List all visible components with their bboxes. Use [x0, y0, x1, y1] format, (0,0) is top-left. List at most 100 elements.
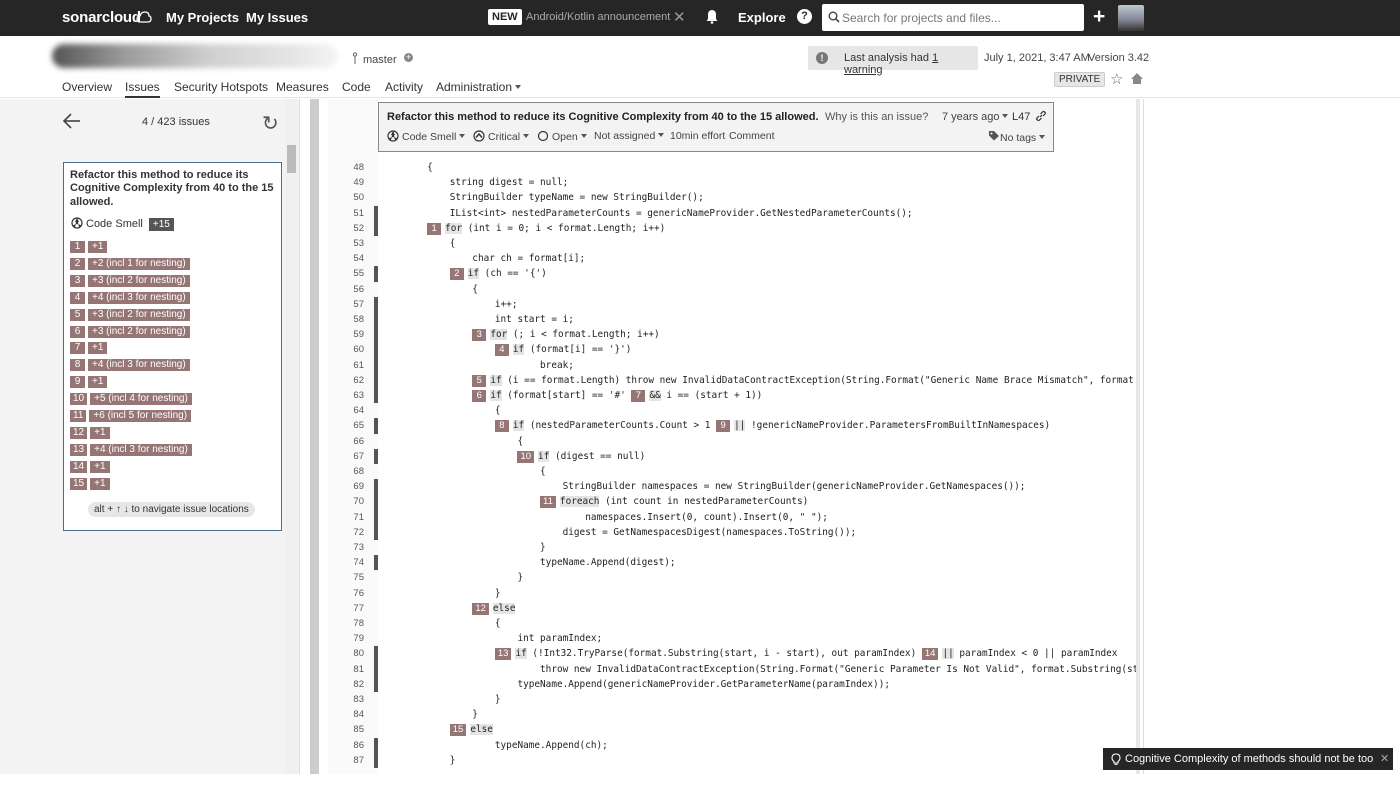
line-number[interactable]: 69 — [328, 479, 376, 494]
issue-line[interactable]: L47 — [1012, 111, 1030, 123]
create-new-icon[interactable]: + — [1093, 5, 1105, 29]
line-number[interactable]: 71 — [328, 510, 376, 525]
issue-location-marker[interactable]: 6 — [472, 390, 487, 402]
issue-location-marker[interactable]: 8 — [494, 420, 509, 433]
secondary-location-14[interactable]: 14 +1 — [70, 460, 110, 473]
home-icon[interactable] — [1130, 72, 1144, 85]
secondary-location-1[interactable]: 1 +1 — [70, 241, 108, 253]
secondary-location-10[interactable]: 10 +5 (incl 4 for nesting) — [70, 393, 192, 406]
why-is-this-an-issue-link[interactable]: Why is this an issue? — [825, 111, 928, 123]
nav-explore[interactable]: Explore — [738, 10, 786, 25]
secondary-location-3[interactable]: 3 +3 (incl 2 for nesting) — [70, 274, 190, 287]
secondary-location-4[interactable]: 4 +4 (incl 3 for nesting) — [70, 291, 190, 304]
branch-add-icon[interactable]: + — [404, 53, 413, 62]
close-announcement-icon[interactable]: ✕ — [673, 8, 686, 26]
scrollbar-thumb[interactable] — [287, 145, 296, 173]
issue-status-dropdown[interactable]: Open — [537, 130, 587, 143]
secondary-location-15[interactable]: 15 +1 — [70, 477, 110, 490]
reload-icon[interactable]: ↻ — [262, 111, 279, 136]
line-number[interactable]: 63 — [328, 388, 376, 403]
line-number[interactable]: 75 — [328, 570, 376, 585]
issue-age[interactable]: 7 years ago — [942, 111, 1009, 123]
line-number[interactable]: 74 — [328, 555, 376, 570]
line-number[interactable]: 65 — [328, 418, 376, 433]
line-number[interactable]: 58 — [328, 312, 376, 327]
search-input[interactable] — [842, 9, 1077, 26]
issue-location-marker[interactable]: 1 — [427, 222, 442, 235]
secondary-location-7[interactable]: 7 +1 — [70, 342, 108, 355]
user-avatar[interactable] — [1118, 5, 1144, 31]
tab-activity[interactable]: Activity — [385, 80, 423, 94]
line-number[interactable]: 87 — [328, 753, 376, 768]
tab-code[interactable]: Code — [342, 80, 371, 94]
issue-location-marker[interactable]: 12 — [472, 602, 489, 615]
secondary-location-8[interactable]: 8 +4 (incl 3 for nesting) — [70, 359, 190, 372]
line-number[interactable]: 60 — [328, 342, 376, 357]
issue-location-marker[interactable]: 9 — [716, 420, 731, 433]
line-number[interactable]: 59 — [328, 327, 376, 342]
issue-message[interactable]: Refactor this method to reduce its Cogni… — [387, 111, 819, 123]
line-number[interactable]: 68 — [328, 464, 376, 479]
line-number[interactable]: 70 — [328, 494, 376, 509]
issue-location-marker[interactable]: 15 — [449, 724, 467, 737]
line-number[interactable]: 72 — [328, 525, 376, 540]
tab-security-hotspots[interactable]: Security Hotspots — [174, 80, 268, 94]
issue-location-marker[interactable]: 3 — [472, 329, 487, 342]
tab-measures[interactable]: Measures — [276, 80, 329, 94]
line-number[interactable]: 78 — [328, 616, 376, 631]
line-number[interactable]: 84 — [328, 707, 376, 722]
tab-overview[interactable]: Overview — [62, 80, 112, 94]
secondary-location-6[interactable]: 6 +3 (incl 2 for nesting) — [70, 325, 190, 338]
rule-toast[interactable]: Cognitive Complexity of methods should n… — [1103, 748, 1393, 787]
issue-location-marker[interactable]: 13 — [494, 648, 512, 661]
secondary-location-12[interactable]: 12 +1 — [70, 426, 110, 439]
selected-issue-card[interactable]: Refactor this method to reduce its Cogni… — [63, 162, 282, 531]
line-number[interactable]: 77 — [328, 601, 376, 616]
project-name-blurred[interactable] — [52, 44, 338, 68]
secondary-location-9[interactable]: 9 +1 — [70, 376, 108, 389]
line-number[interactable]: 86 — [328, 738, 376, 753]
line-number[interactable]: 55 — [328, 266, 376, 281]
issue-location-marker[interactable]: 7 — [631, 390, 646, 402]
line-number[interactable]: 61 — [328, 358, 376, 373]
line-number[interactable]: 83 — [328, 692, 376, 707]
line-number[interactable]: 52 — [328, 221, 376, 236]
nav-my-issues[interactable]: My Issues — [246, 10, 308, 25]
line-number[interactable]: 76 — [328, 586, 376, 601]
line-number[interactable]: 73 — [328, 540, 376, 555]
help-icon[interactable]: ? — [797, 9, 812, 24]
issue-assignee-dropdown[interactable]: Not assigned — [594, 130, 665, 142]
line-number[interactable]: 79 — [328, 631, 376, 646]
favorite-star-icon[interactable]: ☆ — [1110, 70, 1123, 88]
back-arrow-icon[interactable] — [62, 112, 82, 130]
secondary-location-11[interactable]: 11 +6 (incl 5 for nesting) — [70, 410, 192, 422]
line-number[interactable]: 64 — [328, 403, 376, 418]
left-panel-scrollbar[interactable] — [285, 99, 298, 774]
issue-location-marker[interactable]: 11 — [540, 496, 556, 509]
line-number[interactable]: 50 — [328, 190, 376, 205]
comment-button[interactable]: Comment — [729, 130, 775, 142]
branch-selector[interactable]: master — [352, 52, 397, 66]
line-number[interactable]: 82 — [328, 677, 376, 692]
issue-severity-dropdown[interactable]: Critical — [473, 130, 530, 143]
line-number[interactable]: 80 — [328, 646, 376, 661]
line-number[interactable]: 66 — [328, 434, 376, 449]
line-number[interactable]: 62 — [328, 373, 376, 388]
nav-my-projects[interactable]: My Projects — [166, 10, 239, 25]
line-number[interactable]: 85 — [328, 722, 376, 737]
line-number[interactable]: 51 — [328, 206, 376, 221]
line-number[interactable]: 53 — [328, 236, 376, 251]
secondary-location-2[interactable]: 2 +2 (incl 1 for nesting) — [70, 257, 190, 270]
notification-bell-icon[interactable] — [706, 9, 718, 24]
close-toast-icon[interactable]: ✕ — [1380, 748, 1389, 770]
line-number[interactable]: 49 — [328, 175, 376, 190]
issue-location-marker[interactable]: 14 — [921, 648, 939, 661]
issue-type-dropdown[interactable]: Code Smell — [387, 130, 466, 143]
issue-location-marker[interactable]: 4 — [494, 344, 509, 357]
line-number[interactable]: 81 — [328, 662, 376, 677]
secondary-location-13[interactable]: 13 +4 (incl 3 for nesting) — [70, 443, 192, 456]
issue-location-marker[interactable]: 2 — [449, 268, 464, 281]
line-number[interactable]: 67 — [328, 449, 376, 464]
sonarcloud-logo[interactable]: sonarcloud — [62, 9, 152, 26]
line-number[interactable]: 56 — [328, 282, 376, 297]
